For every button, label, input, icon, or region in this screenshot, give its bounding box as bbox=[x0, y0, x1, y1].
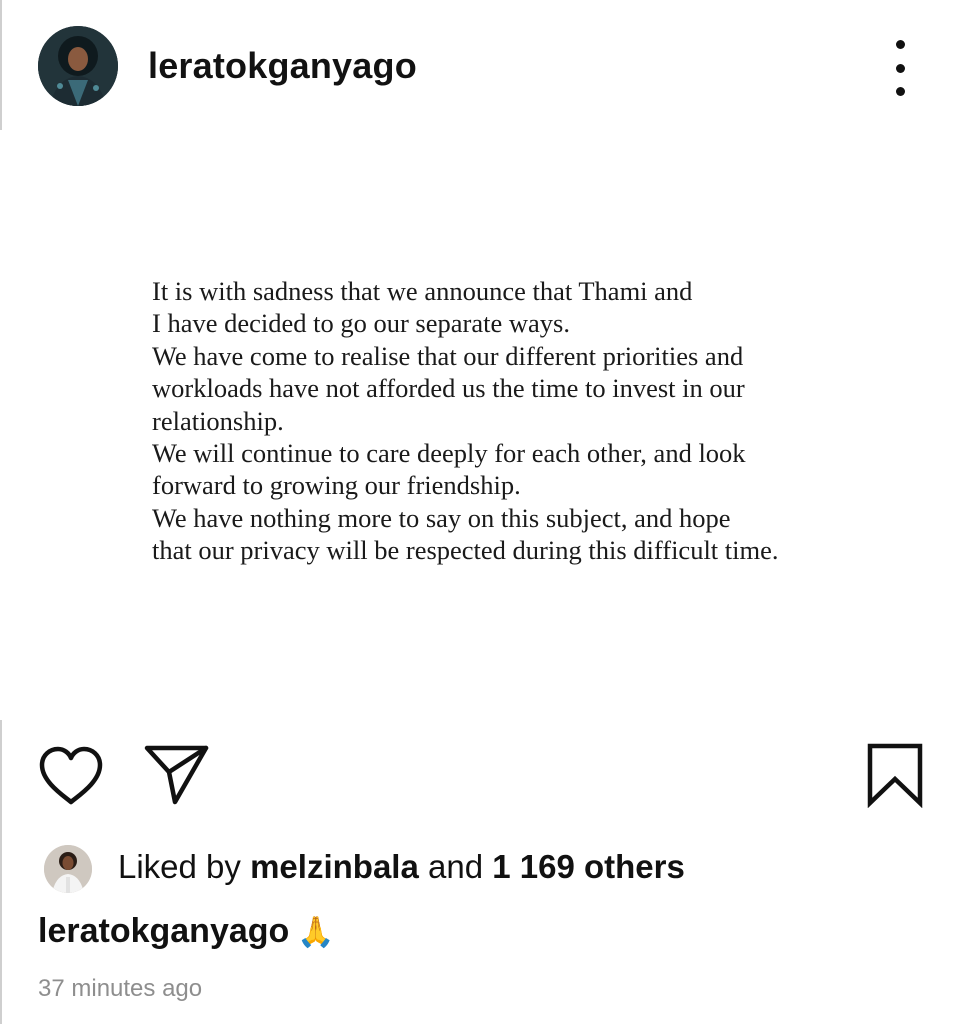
send-icon bbox=[144, 745, 209, 805]
share-button[interactable] bbox=[142, 742, 210, 806]
announcement-letter: It is with sadness that we announce that… bbox=[152, 275, 852, 567]
caption-emoji: 🙏 bbox=[297, 916, 335, 949]
letter-line: We have come to realise that our differe… bbox=[152, 340, 744, 371]
post-header: leratokganyago bbox=[0, 0, 963, 130]
post-timestamp: 37 minutes ago bbox=[38, 975, 203, 1002]
likes-summary[interactable]: Liked by melzinbala and 1 169 others bbox=[118, 848, 685, 886]
letter-line: We have nothing more to say on this subj… bbox=[152, 502, 731, 533]
post-caption: leratokganyago 🙏 bbox=[38, 912, 335, 951]
post-image[interactable]: It is with sadness that we announce that… bbox=[0, 130, 963, 720]
liker-avatar-image bbox=[44, 845, 92, 893]
letter-line: relationship. bbox=[152, 405, 284, 436]
more-options-icon-dot bbox=[895, 87, 905, 96]
letter-line: I have decided to go our separate ways. bbox=[152, 308, 570, 339]
like-button[interactable] bbox=[38, 745, 104, 807]
bookmark-icon bbox=[867, 743, 923, 809]
likes-prefix: Liked by bbox=[118, 848, 251, 885]
letter-line: workloads have not afforded us the time … bbox=[152, 373, 745, 404]
likes-others-link[interactable]: 1 169 others bbox=[492, 848, 685, 885]
liked-by-username[interactable]: melzinbala bbox=[250, 848, 419, 885]
more-options-button[interactable] bbox=[880, 40, 920, 96]
letter-line: forward to growing our friendship. bbox=[152, 470, 521, 501]
save-button[interactable] bbox=[866, 742, 924, 809]
letter-line: We will continue to care deeply for each… bbox=[152, 438, 746, 469]
more-options-icon-dot bbox=[895, 63, 905, 73]
likes-connector: and bbox=[418, 848, 493, 885]
more-options-icon bbox=[895, 40, 905, 49]
avatar-image bbox=[38, 26, 118, 106]
caption-username[interactable]: leratokganyago bbox=[38, 912, 289, 950]
heart-icon bbox=[39, 746, 103, 805]
avatar[interactable] bbox=[38, 26, 118, 106]
post-username[interactable]: leratokganyago bbox=[148, 45, 417, 87]
letter-line: that our privacy will be respected durin… bbox=[152, 535, 779, 566]
liker-avatar[interactable] bbox=[44, 845, 92, 893]
letter-line: It is with sadness that we announce that… bbox=[152, 276, 693, 306]
